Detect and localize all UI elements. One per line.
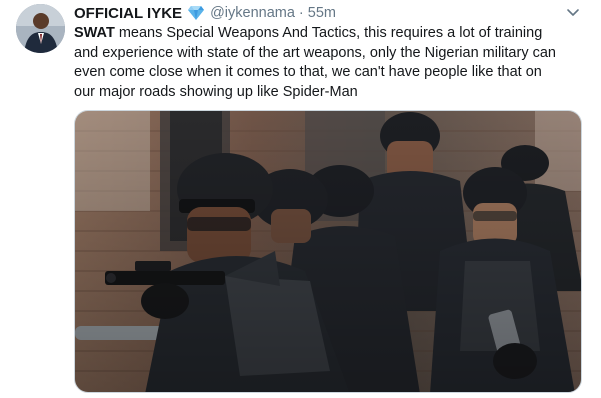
tweet-header: OFFICIAL IYKE @iykennama · 55m: [74, 4, 336, 22]
blue-diamond-icon: [187, 5, 205, 21]
tweet[interactable]: OFFICIAL IYKE @iykennama · 55m SWAT mean…: [0, 0, 601, 398]
avatar-photo: [16, 4, 65, 53]
tweet-text-line: even come close when it comes to that, w…: [74, 63, 586, 83]
tweet-text-line: and experience with state of the art wea…: [74, 44, 586, 64]
bold-word: SWAT: [74, 25, 115, 41]
swat-team-photo: [75, 111, 581, 392]
tweet-text-line: our major roads showing up like Spider-M…: [74, 83, 586, 103]
avatar[interactable]: [16, 4, 65, 53]
user-handle[interactable]: @iykennama: [210, 5, 295, 21]
tweet-media-photo[interactable]: [74, 110, 582, 393]
display-name[interactable]: OFFICIAL IYKE: [74, 5, 182, 22]
text-run: means Special Weapons And Tactics, this …: [114, 25, 543, 41]
text-run: and experience with state of the art wea…: [74, 44, 556, 61]
tweet-text-line: SWAT means Special Weapons And Tactics, …: [74, 24, 586, 44]
chevron-down-icon[interactable]: [565, 4, 581, 20]
text-run: our major roads showing up like Spider-M…: [74, 83, 358, 100]
text-run: even come close when it comes to that, w…: [74, 64, 542, 80]
timestamp[interactable]: 55m: [308, 5, 336, 21]
separator-dot: ·: [298, 5, 304, 21]
tweet-text: SWAT means Special Weapons And Tactics, …: [74, 24, 586, 102]
